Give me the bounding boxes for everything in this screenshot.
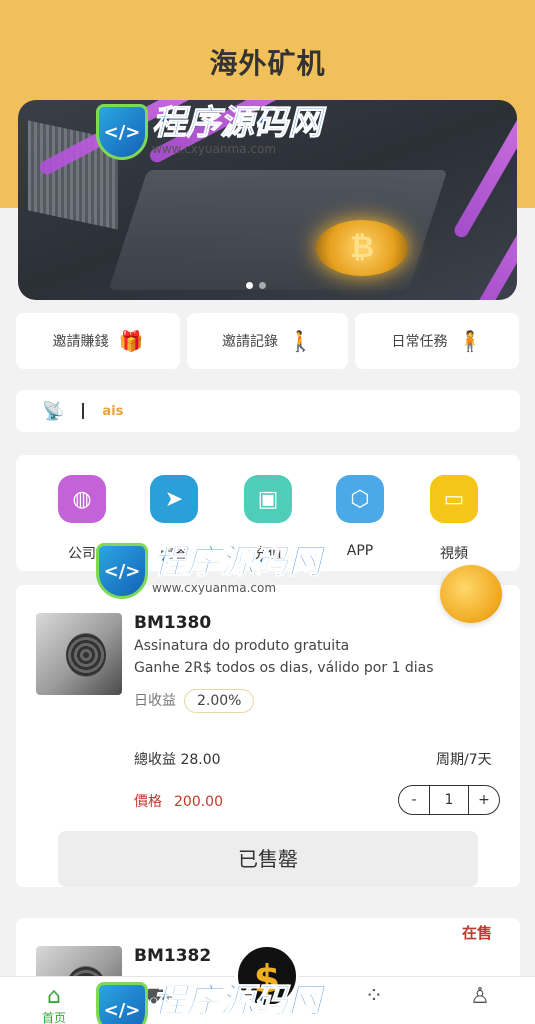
quantity-stepper[interactable]: - 1 + xyxy=(398,785,500,815)
menu-item-company[interactable]: ◍ 公司 xyxy=(42,475,122,563)
notice-bar[interactable]: 📡 ais xyxy=(16,390,520,432)
menu-item-video[interactable]: ▭ 視頻 xyxy=(414,475,494,563)
banner-stripe xyxy=(147,100,349,165)
globe-icon: ◍ xyxy=(58,475,106,523)
quick-link-invite[interactable]: 邀請賺錢 🎁 xyxy=(16,313,180,369)
quick-link-daily-tasks[interactable]: 日常任務 🧍 xyxy=(355,313,519,369)
period: 周期/7天 xyxy=(436,752,492,768)
gift-icon: 🎁 xyxy=(118,329,144,353)
daily-yield: 日收益 2.00% xyxy=(134,689,255,713)
dollar-center-button[interactable]: $ xyxy=(235,944,299,1008)
carousel-dot[interactable] xyxy=(259,282,266,289)
notice-text: ais xyxy=(102,403,124,419)
cart-icon: ⛟ xyxy=(146,984,174,1009)
cube-icon: ⬡ xyxy=(336,475,384,523)
dots-icon: ⁘ xyxy=(364,984,384,1009)
tab-cart[interactable]: ⛟ xyxy=(130,985,190,1009)
decrement-button[interactable]: - xyxy=(399,792,429,808)
total-yield: 總收益 28.00 xyxy=(134,752,221,768)
broadcast-icon: 📡 xyxy=(42,400,65,422)
quick-link-invite-records[interactable]: 邀請記錄 🚶 xyxy=(187,313,348,369)
user-icon: ♙ xyxy=(470,984,490,1009)
carousel-dot[interactable] xyxy=(246,282,253,289)
person-icon: 🚶 xyxy=(288,329,313,353)
telegram-icon: ➤ xyxy=(150,475,198,523)
tab-home[interactable]: ⌂ 首页 xyxy=(24,985,84,1024)
product-card: BM1380 Assinatura do produto gratuita Ga… xyxy=(16,565,520,887)
video-icon: ▭ xyxy=(430,475,478,523)
increment-button[interactable]: + xyxy=(469,792,499,808)
banner-stripe xyxy=(451,100,517,240)
tab-team[interactable]: ⁘ xyxy=(344,985,404,1009)
product-name: BM1380 xyxy=(134,613,212,633)
banner-coin-graphic: ₿ xyxy=(316,220,408,276)
sold-out-button[interactable]: 已售罄 xyxy=(58,831,478,887)
menu-item-qa[interactable]: ➤ 問答 xyxy=(134,475,214,563)
divider xyxy=(82,403,85,419)
function-menu: ◍ 公司 ➤ 問答 ▣ 充值 ⬡ APP ▭ 視頻 xyxy=(16,455,520,571)
daily-rate-badge: 2.00% xyxy=(184,689,255,713)
menu-item-recharge[interactable]: ▣ 充值 xyxy=(228,475,308,563)
person-icon: 🧍 xyxy=(457,329,483,353)
status-badge: 在售 xyxy=(462,924,493,942)
menu-item-app[interactable]: ⬡ APP xyxy=(320,475,400,559)
tab-profile[interactable]: ♙ xyxy=(450,985,510,1009)
quantity-value[interactable]: 1 xyxy=(429,786,469,814)
carousel-indicators xyxy=(246,274,272,293)
product-name: BM1382 xyxy=(134,946,212,966)
product-description: Assinatura do produto gratuita Ganhe 2R$… xyxy=(134,638,434,676)
wallet-icon: ▣ xyxy=(244,475,292,523)
banner-carousel[interactable]: ₿ xyxy=(18,100,517,300)
home-icon: ⌂ xyxy=(47,984,61,1009)
product-image xyxy=(36,613,122,695)
gold-coin-icon xyxy=(440,565,502,623)
price: 價格 200.00 xyxy=(134,794,223,810)
page-title: 海外矿机 xyxy=(209,47,326,80)
